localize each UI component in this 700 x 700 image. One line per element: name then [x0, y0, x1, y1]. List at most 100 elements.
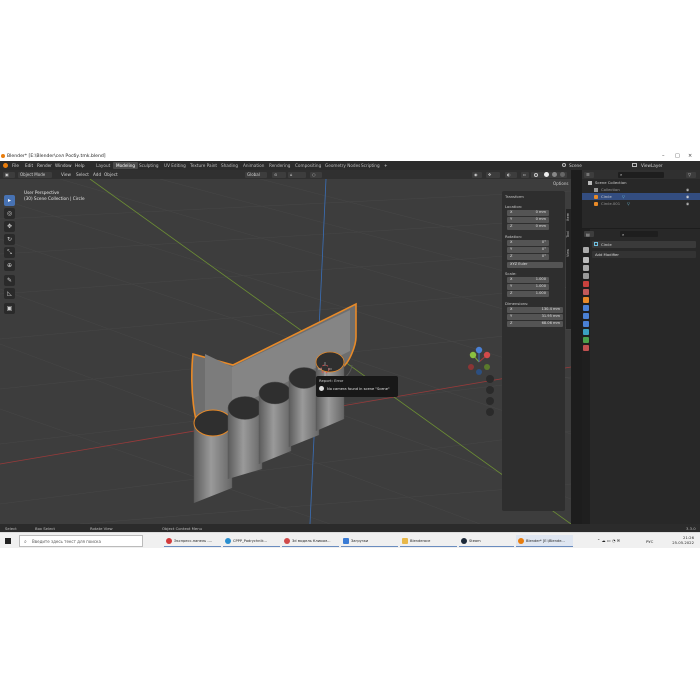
taskbar-app-folder[interactable]: Blenderaсе [400, 535, 457, 547]
rendered-shading-icon[interactable] [560, 172, 565, 177]
output-properties-icon[interactable] [583, 265, 589, 271]
menu-window[interactable]: Window [55, 163, 72, 168]
dimensions-x-field[interactable]: X 130.4 mm [507, 307, 563, 313]
rotation-mode-select[interactable]: XYZ Euler [507, 262, 563, 268]
move-tool-icon[interactable]: ✥ [4, 221, 15, 232]
scale-z-field[interactable]: Z 1.000 [507, 291, 549, 297]
rotation-x-field[interactable]: X 0° [507, 240, 549, 246]
outliner-row-circle[interactable]: Circle ▽ ◉ [582, 193, 700, 200]
add-workspace-icon[interactable]: + [384, 163, 388, 168]
rotate-tool-icon[interactable]: ↻ [4, 234, 15, 245]
scene-properties-icon[interactable] [583, 281, 589, 287]
menu-object[interactable]: Object [104, 172, 118, 177]
properties-type-icon[interactable]: ▤ [584, 231, 594, 237]
tray-icons[interactable]: ⌃ ☁ ▭ ◔ ✉ [597, 538, 620, 543]
transform-section-header[interactable]: Transform [505, 194, 524, 199]
menu-edit[interactable]: Edit [25, 163, 33, 168]
eye-icon[interactable]: ◉ [686, 186, 689, 193]
render-properties-icon[interactable] [583, 257, 589, 263]
tab-scripting[interactable]: Scripting [358, 162, 383, 169]
snap-icon[interactable]: ⌂ [288, 171, 306, 178]
view-layer-name[interactable]: ViewLayer [641, 163, 663, 168]
selected-object-circle[interactable] [191, 302, 357, 503]
close-icon[interactable]: × [688, 153, 692, 159]
wireframe-shading-icon[interactable] [534, 172, 538, 177]
dimensions-z-field[interactable]: Z 68.06 mm [507, 321, 563, 327]
3d-viewport[interactable]: ▸ ◎ ✥ ↻ ⤡ ⊕ ✎ ◺ ▣ User Perspective (30) … [0, 179, 571, 524]
material-shading-icon[interactable] [552, 172, 557, 177]
taskbar-app-opera[interactable]: Экспресс-панель -... [164, 535, 221, 547]
add-modifier-button[interactable]: Add Modifier [592, 251, 696, 258]
world-properties-icon[interactable] [583, 289, 589, 295]
taskbar-app-steam[interactable]: Steam [459, 535, 514, 547]
material-properties-icon[interactable] [583, 345, 589, 351]
tab-compositing[interactable]: Compositing [292, 162, 324, 169]
tab-modeling[interactable]: Modeling [113, 162, 139, 169]
outliner-row-scene-collection[interactable]: Scene Collection [582, 179, 700, 186]
menu-view[interactable]: View [61, 172, 71, 177]
properties-search-input[interactable]: ⌕ [620, 231, 658, 237]
view-layer-properties-icon[interactable] [583, 273, 589, 279]
transform-tool-icon[interactable]: ⊕ [4, 260, 15, 271]
proportional-edit-icon[interactable]: ○ [310, 171, 322, 178]
location-y-field[interactable]: Y0 mm [507, 217, 549, 223]
visibility-icon[interactable]: ◉ [472, 171, 482, 178]
tab-item[interactable]: Item [566, 213, 570, 221]
gizmo-toggle-icon[interactable]: ✥ [486, 171, 500, 178]
tab-layout[interactable]: Layout [93, 162, 113, 169]
taskbar-app-blender[interactable]: Blender* [E:\Blende... [516, 535, 573, 547]
filter-icon[interactable]: ▽ [686, 171, 696, 178]
cursor-tool-icon[interactable]: ◎ [4, 208, 15, 219]
menu-select[interactable]: Select [76, 172, 89, 177]
shading-modes[interactable] [531, 171, 567, 178]
options-dropdown[interactable]: Options [553, 181, 568, 186]
menu-add[interactable]: Add [93, 172, 101, 177]
scene-name[interactable]: Scene [569, 163, 582, 168]
taskbar-app-downloads[interactable]: Загрузки [341, 535, 398, 547]
menu-help[interactable]: Help [75, 163, 85, 168]
tab-tool[interactable]: Tool [566, 231, 570, 238]
annotate-tool-icon[interactable]: ✎ [4, 275, 15, 286]
outliner-search-input[interactable]: ⌕ [618, 171, 664, 178]
constraints-properties-icon[interactable] [583, 329, 589, 335]
eye-icon[interactable]: ◉ [686, 200, 689, 207]
object-name-field[interactable]: Circle [592, 241, 696, 248]
data-properties-icon[interactable] [583, 337, 589, 343]
windows-start-icon[interactable] [5, 538, 11, 544]
location-z-field[interactable]: Z0 mm [507, 224, 549, 230]
transform-orientation[interactable]: Global [245, 171, 267, 178]
rotation-z-field[interactable]: Z 0° [507, 254, 549, 260]
viewport-canvas[interactable] [0, 179, 571, 524]
language-indicator[interactable]: РУС [646, 539, 653, 544]
viewport-nav-buttons[interactable] [486, 375, 494, 416]
add-cube-tool-icon[interactable]: ▣ [4, 303, 15, 314]
solid-shading-icon[interactable] [544, 172, 549, 177]
modifier-properties-icon[interactable] [583, 305, 589, 311]
tab-animation[interactable]: Animation [240, 162, 267, 169]
menu-file[interactable]: File [12, 163, 19, 168]
mode-selector[interactable]: Object Mode [18, 171, 52, 178]
eye-icon[interactable]: ◉ [686, 193, 689, 200]
tab-texture-paint[interactable]: Texture Paint [187, 162, 220, 169]
select-box-icon[interactable]: ▸ [4, 195, 15, 206]
scale-y-field[interactable]: Y 1.000 [507, 284, 549, 290]
scale-tool-icon[interactable]: ⤡ [4, 247, 15, 258]
object-properties-icon[interactable] [583, 297, 589, 303]
maximize-icon[interactable]: □ [675, 153, 680, 159]
taskbar-clock[interactable]: 21:26 25.05.2022 [672, 535, 694, 545]
dimensions-y-field[interactable]: Y 31.95 mm [507, 314, 563, 320]
tool-properties-icon[interactable] [583, 247, 589, 253]
pivot-icon[interactable]: ⊙ [272, 171, 286, 178]
blender-menu-icon[interactable] [3, 163, 8, 168]
tab-uv-editing[interactable]: UV Editing [161, 162, 189, 169]
tab-sculpting[interactable]: Sculpting [136, 162, 162, 169]
measure-tool-icon[interactable]: ◺ [4, 288, 15, 299]
tab-shading[interactable]: Shading [218, 162, 241, 169]
minimize-icon[interactable]: – [662, 153, 665, 159]
xray-icon[interactable]: ▫ [521, 171, 529, 178]
rotation-y-field[interactable]: Y 0° [507, 247, 549, 253]
location-x-field[interactable]: X0 mm [507, 210, 549, 216]
taskbar-app-cppp[interactable]: CPPP_Podrychnik... [223, 535, 280, 547]
taskbar-app-3d-model[interactable]: 3d модель Кликом... [282, 535, 339, 547]
particles-properties-icon[interactable] [583, 313, 589, 319]
